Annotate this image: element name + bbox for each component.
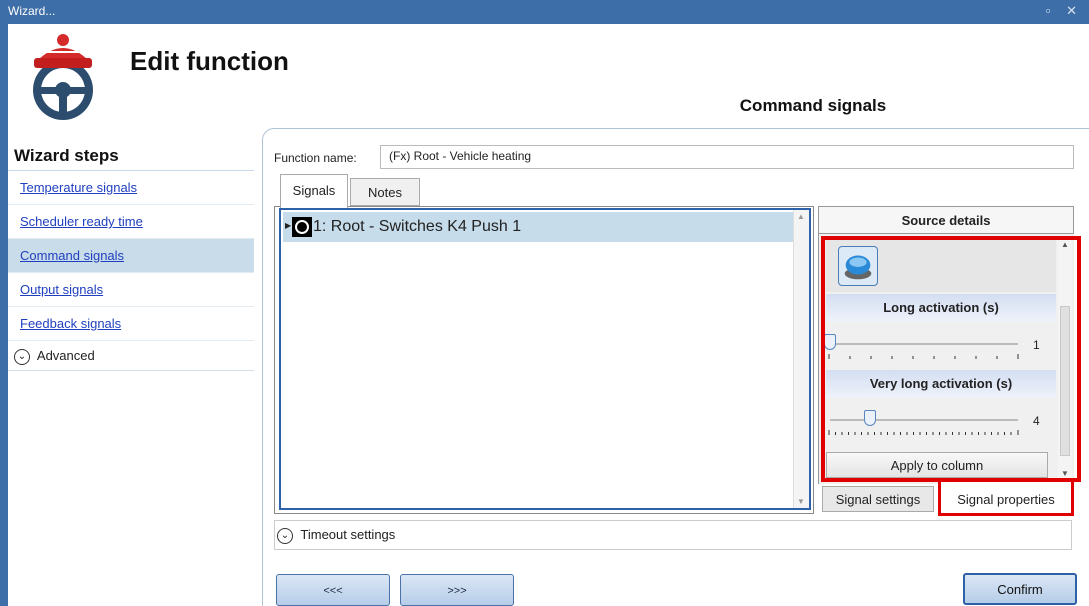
tab-signal-properties[interactable]: Signal properties [938, 482, 1074, 516]
sidebar-item-temperature-signals[interactable]: Temperature signals [8, 171, 254, 205]
window-left-border [0, 24, 8, 606]
tab-signal-settings[interactable]: Signal settings [822, 486, 934, 512]
sidebar-heading: Wizard steps [8, 140, 254, 171]
sidebar-item-label[interactable]: Temperature signals [20, 180, 137, 195]
function-name-input[interactable]: (Fx) Root - Vehicle heating [380, 145, 1074, 169]
advanced-label: Advanced [36, 348, 95, 363]
sidebar-item-label[interactable]: Feedback signals [20, 316, 121, 331]
list-scrollbar[interactable]: ▲ ▼ [793, 210, 809, 508]
source-details-header: Source details [818, 206, 1074, 234]
function-name-label: Function name: [274, 151, 357, 165]
wizard-steps-sidebar: Wizard steps Temperature signals Schedul… [8, 140, 254, 606]
window-title: Wizard... [8, 4, 56, 18]
highlight-box [821, 236, 1081, 482]
list-item[interactable]: ▶ 1: Root - Switches K4 Push 1 [283, 212, 793, 242]
signal-list[interactable]: ▶ 1: Root - Switches K4 Push 1 ▲ ▼ [279, 208, 811, 510]
sidebar-item-feedback-signals[interactable]: Feedback signals [8, 307, 254, 341]
sidebar-item-label[interactable]: Scheduler ready time [20, 214, 143, 229]
page-title: Edit function [130, 46, 289, 76]
expand-arrow-icon[interactable]: ▶ [285, 221, 291, 230]
previous-button[interactable]: <<< [276, 574, 390, 606]
scroll-up-icon[interactable]: ▲ [797, 212, 805, 221]
current-step-tab: Command signals [627, 84, 999, 128]
confirm-button[interactable]: Confirm [963, 573, 1077, 605]
chevron-down-icon: ⌄ [277, 527, 293, 544]
tab-notes[interactable]: Notes [350, 178, 420, 206]
timeout-settings-label: Timeout settings [300, 527, 396, 542]
next-button[interactable]: >>> [400, 574, 514, 606]
sidebar-item-output-signals[interactable]: Output signals [8, 273, 254, 307]
sidebar-item-label[interactable]: Command signals [20, 248, 124, 263]
sidebar-item-label[interactable]: Output signals [20, 282, 103, 297]
scroll-down-icon[interactable]: ▼ [797, 497, 805, 506]
chevron-down-icon: ⌄ [14, 348, 30, 365]
window-titlebar: Wizard... ▫ ✕ [0, 0, 1089, 24]
push-button-signal-icon [292, 217, 312, 237]
sidebar-item-command-signals[interactable]: Command signals [8, 239, 254, 273]
sidebar-item-scheduler-ready-time[interactable]: Scheduler ready time [8, 205, 254, 239]
tab-signals[interactable]: Signals [280, 174, 348, 208]
window-controls[interactable]: ▫ ✕ [1046, 3, 1083, 19]
vehicle-heating-logo-icon [33, 34, 93, 120]
signal-label: 1: Root - Switches K4 Push 1 [313, 218, 522, 235]
timeout-settings-expander[interactable]: ⌄ Timeout settings [274, 520, 1072, 550]
advanced-expander[interactable]: ⌄ Advanced [8, 341, 254, 371]
